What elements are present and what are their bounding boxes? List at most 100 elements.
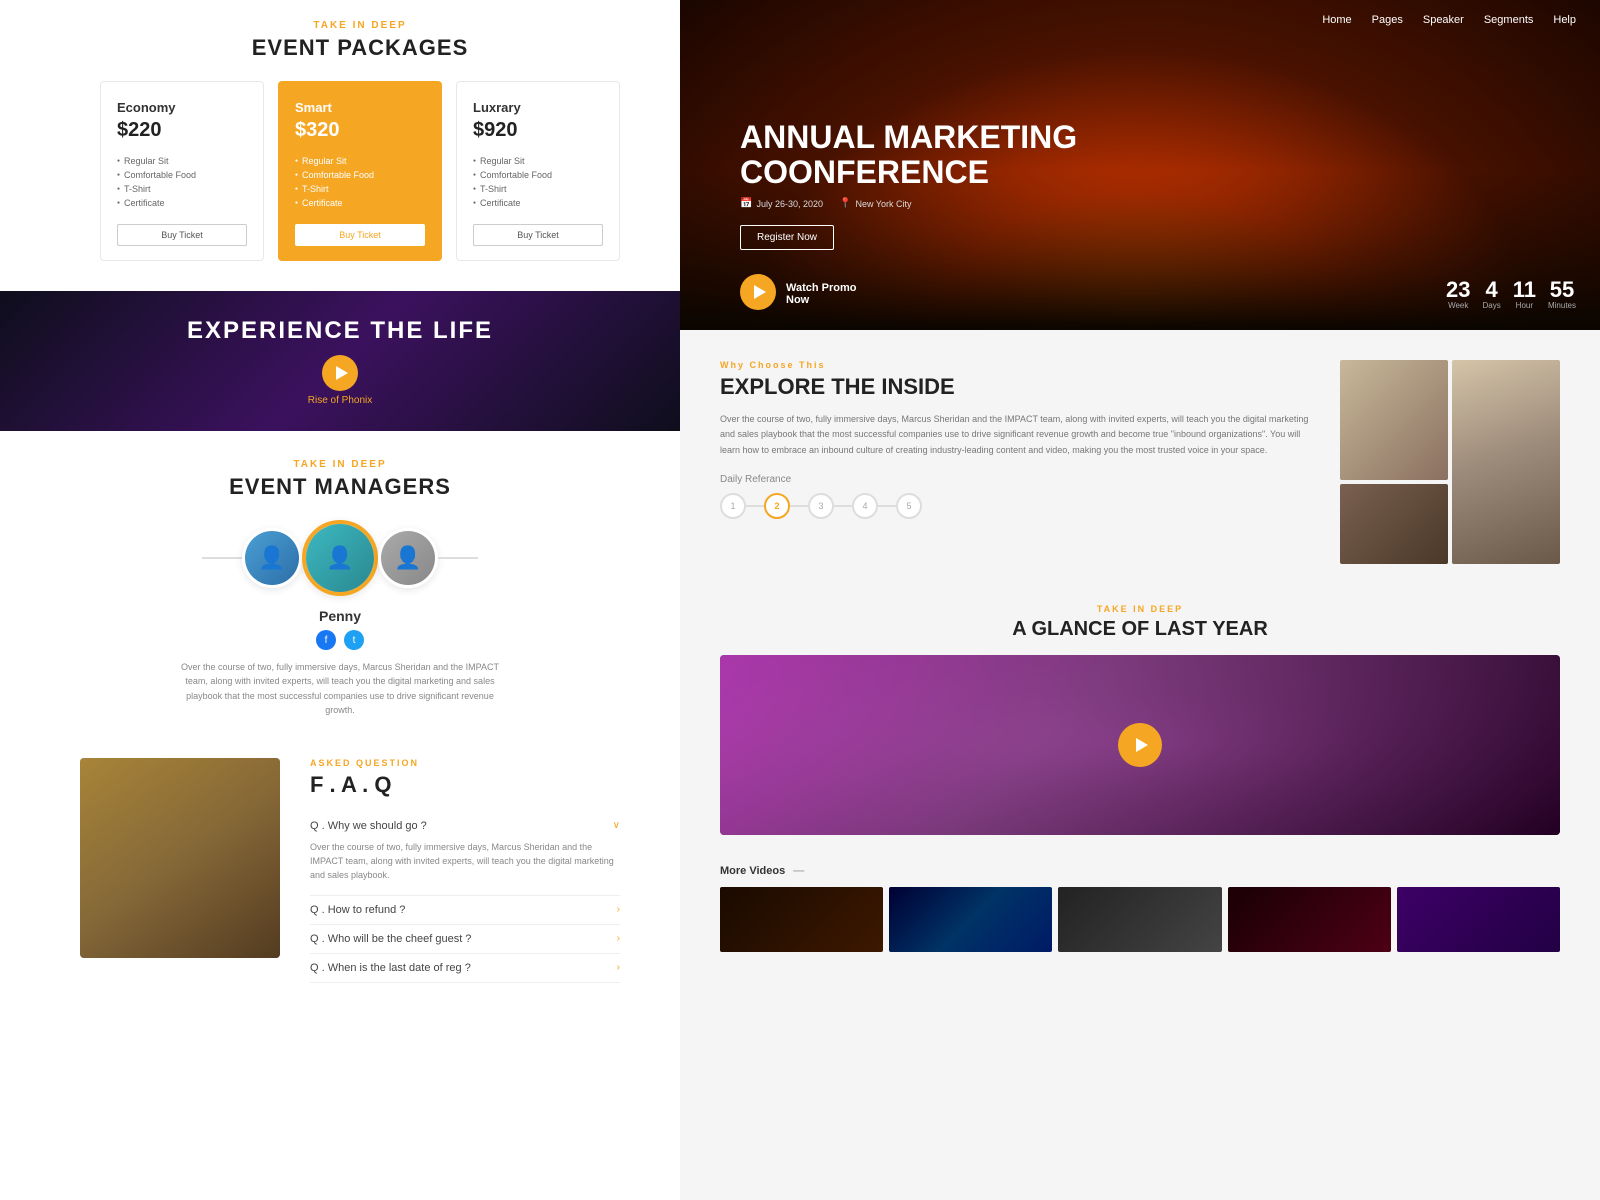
step-1[interactable]: 1 (720, 493, 746, 519)
package-luxrary-features: Regular Sit Comfortable Food T-Shirt Cer… (473, 154, 603, 210)
feature-item: T-Shirt (295, 182, 425, 196)
faq-question-3[interactable]: Q . When is the last date of reg ? › (310, 962, 620, 974)
chevron-right-icon-3: › (617, 962, 620, 973)
faq-tag: ASKED QUESTION (310, 758, 620, 768)
glance-play-icon (1136, 738, 1148, 752)
package-smart-price: $320 (295, 119, 425, 142)
explore-title: EXPLORE THE INSIDE (720, 374, 1310, 400)
package-economy-features: Regular Sit Comfortable Food T-Shirt Cer… (117, 154, 247, 210)
countdown-row: 23 Week 4 Days 11 Hour 55 Minutes (1446, 279, 1576, 310)
faq-question-2[interactable]: Q . Who will be the cheef guest ? › (310, 933, 620, 945)
video-thumb-5[interactable] (1397, 887, 1560, 952)
package-economy-price: $220 (117, 119, 247, 142)
feature-item: Certificate (295, 196, 425, 210)
video-thumb-3[interactable] (1058, 887, 1221, 952)
step-5[interactable]: 5 (896, 493, 922, 519)
nav-speaker[interactable]: Speaker (1423, 14, 1464, 26)
watch-promo-button[interactable]: Watch PromoNow (740, 274, 857, 314)
hero-date-text: July 26-30, 2020 (756, 199, 823, 209)
faq-question-text-3: Q . When is the last date of reg ? (310, 962, 471, 974)
package-economy-name: Economy (117, 100, 247, 115)
hero-location-text: New York City (855, 199, 911, 209)
buy-ticket-smart[interactable]: Buy Ticket (295, 224, 425, 246)
step-3[interactable]: 3 (808, 493, 834, 519)
feature-item: Certificate (473, 196, 603, 210)
packages-tag: TAKE IN DEEP (100, 20, 620, 31)
step-line-3 (834, 505, 852, 507)
faq-question-1[interactable]: Q . How to refund ? › (310, 904, 620, 916)
step-4[interactable]: 4 (852, 493, 878, 519)
countdown-minutes-num: 55 (1548, 279, 1576, 301)
faq-answer-0: Over the course of two, fully immersive … (310, 840, 620, 887)
hero-date-row: 📅 July 26-30, 2020 📍 New York City (740, 198, 1077, 209)
faq-question-0[interactable]: Q . Why we should go ? ∨ (310, 820, 620, 832)
video-thumb-1[interactable] (720, 887, 883, 952)
managers-avatars: 👤 👤 👤 (60, 520, 620, 596)
glance-title: A GLANCE OF LAST YEAR (720, 618, 1560, 641)
faq-title: F . A . Q (310, 772, 620, 798)
twitter-icon[interactable]: t (344, 630, 364, 650)
nav-pages[interactable]: Pages (1372, 14, 1403, 26)
manager-name: Penny (60, 608, 620, 624)
location-icon: 📍 (839, 198, 851, 209)
watch-promo-play-icon[interactable] (740, 274, 776, 310)
video-thumb-2[interactable] (889, 887, 1052, 952)
play-icon (336, 366, 348, 380)
calendar-icon: 📅 (740, 198, 752, 209)
managers-tag: TAKE IN DEEP (60, 459, 620, 470)
faq-question-text-0: Q . Why we should go ? (310, 820, 427, 832)
countdown-days-num: 4 (1482, 279, 1500, 301)
daily-steps: 1 2 3 4 5 (720, 493, 1310, 519)
facebook-icon[interactable]: f (316, 630, 336, 650)
countdown-days: 4 Days (1482, 279, 1500, 310)
register-button[interactable]: Register Now (740, 225, 834, 250)
nav-segments[interactable]: Segments (1484, 14, 1534, 26)
glance-video[interactable] (720, 655, 1560, 835)
avatar-manager-2: 👤 (378, 528, 438, 588)
countdown-week-num: 23 (1446, 279, 1470, 301)
glance-play-button[interactable] (1118, 723, 1162, 767)
more-videos-label: More Videos (720, 865, 1560, 877)
faq-image (80, 758, 280, 958)
video-thumb-4[interactable] (1228, 887, 1391, 952)
nav-home[interactable]: Home (1322, 14, 1351, 26)
packages-title: EVENT PACKAGES (100, 35, 620, 61)
step-line-2 (790, 505, 808, 507)
faq-item-2: Q . Who will be the cheef guest ? › (310, 925, 620, 954)
faq-question-text-2: Q . Who will be the cheef guest ? (310, 933, 471, 945)
buy-ticket-economy[interactable]: Buy Ticket (117, 224, 247, 246)
countdown-hours-num: 11 (1513, 279, 1536, 301)
watch-promo-label: Watch PromoNow (786, 282, 857, 306)
faq-item-3: Q . When is the last date of reg ? › (310, 954, 620, 983)
experience-subtitle: Rise of Phonix (308, 395, 372, 406)
nav-help[interactable]: Help (1553, 14, 1576, 26)
countdown-week: 23 Week (1446, 279, 1470, 310)
countdown-week-label: Week (1446, 301, 1470, 310)
hero-title: ANNUAL MARKETINGCOONFERENCE (740, 120, 1077, 190)
glance-section: TAKE IN DEEP A GLANCE OF LAST YEAR (680, 584, 1600, 855)
chevron-right-icon: › (617, 904, 620, 915)
avatar-placeholder-1: 👤 (245, 531, 299, 585)
package-luxrary-name: Luxrary (473, 100, 603, 115)
right-panel: Home Pages Speaker Segments Help ANNUAL … (680, 0, 1600, 1200)
explore-img-office (1340, 360, 1448, 480)
explore-text: Why Choose This EXPLORE THE INSIDE Over … (720, 360, 1310, 564)
package-luxrary: Luxrary $920 Regular Sit Comfortable Foo… (456, 81, 620, 261)
buy-ticket-luxrary[interactable]: Buy Ticket (473, 224, 603, 246)
feature-item: T-Shirt (473, 182, 603, 196)
feature-item: Certificate (117, 196, 247, 210)
hero-content: ANNUAL MARKETINGCOONFERENCE 📅 July 26-30… (740, 120, 1077, 250)
experience-play-button[interactable] (322, 355, 358, 391)
explore-img-tall (1452, 360, 1560, 564)
faq-image-inner (80, 758, 280, 958)
countdown-minutes-label: Minutes (1548, 301, 1576, 310)
package-luxrary-price: $920 (473, 119, 603, 142)
package-economy: Economy $220 Regular Sit Comfortable Foo… (100, 81, 264, 261)
hero-location: 📍 New York City (839, 198, 911, 209)
step-2[interactable]: 2 (764, 493, 790, 519)
feature-item: Regular Sit (473, 154, 603, 168)
feature-item: Comfortable Food (473, 168, 603, 182)
avatar-manager-1: 👤 (242, 528, 302, 588)
feature-item: Comfortable Food (295, 168, 425, 182)
managers-section: TAKE IN DEEP EVENT MANAGERS 👤 👤 👤 Penny … (0, 431, 680, 738)
